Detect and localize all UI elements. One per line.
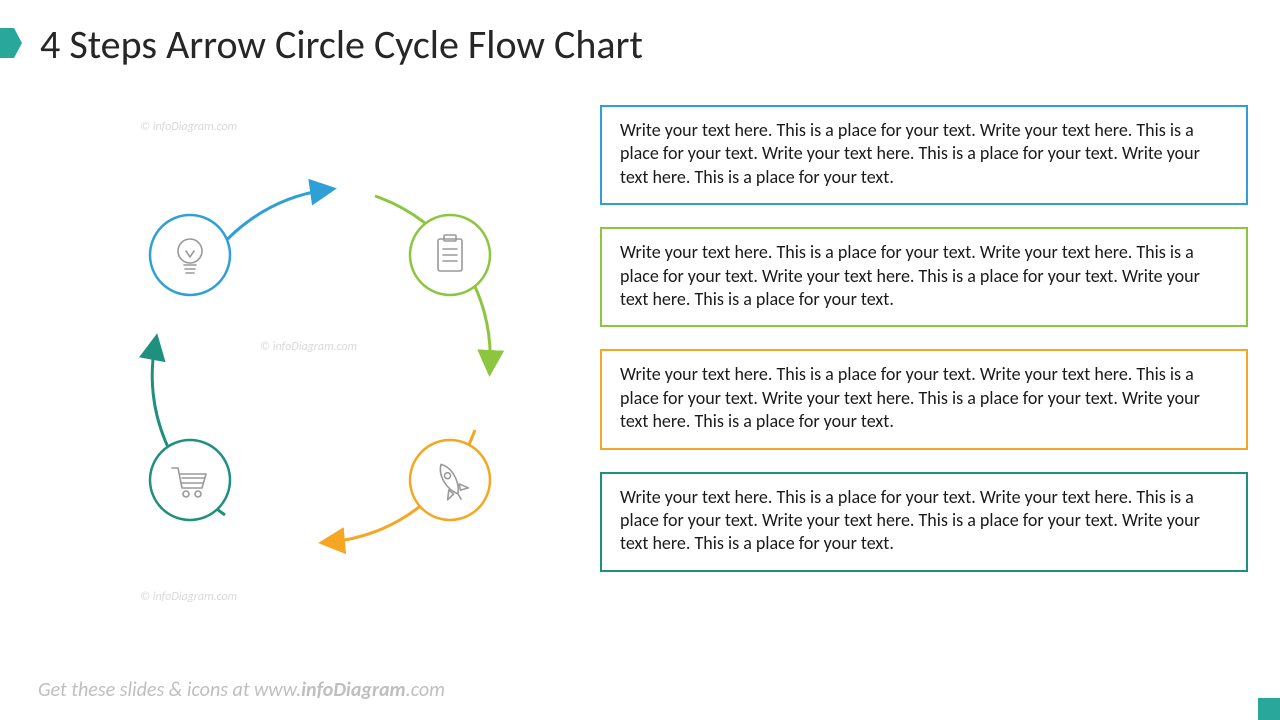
text-box-content: Write your text here. This is a place fo… [620, 486, 1200, 555]
text-box-1: Write your text here. This is a place fo… [600, 105, 1248, 205]
node-step4 [150, 440, 230, 520]
node-step3 [410, 440, 490, 520]
corner-accent [1258, 698, 1280, 720]
slide: 4 Steps Arrow Circle Cycle Flow Chart © … [0, 0, 1280, 720]
page-title: 4 Steps Arrow Circle Cycle Flow Chart [40, 20, 643, 69]
footer: Get these slides & icons at www.infoDiag… [38, 678, 445, 702]
watermark: © infoDiagram.com [140, 590, 237, 604]
text-box-content: Write your text here. This is a place fo… [620, 363, 1200, 432]
text-box-content: Write your text here. This is a place fo… [620, 119, 1200, 188]
footer-suffix: .com [406, 678, 445, 702]
text-box-content: Write your text here. This is a place fo… [620, 241, 1200, 310]
text-box-3: Write your text here. This is a place fo… [600, 349, 1248, 449]
footer-prefix: Get these slides & icons at www. [38, 678, 301, 702]
text-box-4: Write your text here. This is a place fo… [600, 472, 1248, 572]
footer-brand: infoDiagram [301, 678, 406, 702]
text-box-2: Write your text here. This is a place fo… [600, 227, 1248, 327]
cycle-diagram [80, 110, 560, 590]
node-step1 [150, 215, 230, 295]
text-boxes: Write your text here. This is a place fo… [600, 105, 1248, 572]
title-accent [0, 28, 14, 58]
